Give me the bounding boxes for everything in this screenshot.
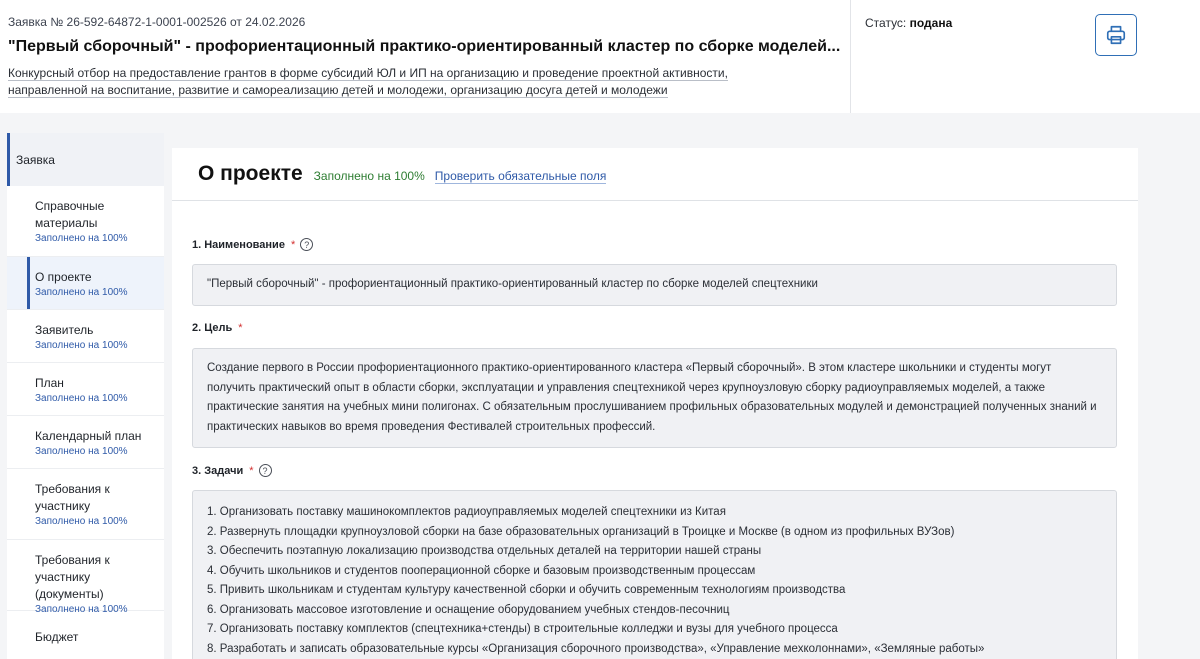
contest-link[interactable]: Конкурсный отбор на предоставление грант… [8,65,798,99]
sidebar-item-progress: Заполнено на 100% [35,233,128,244]
application-number: Заявка № 26-592-64872-1-0001-002526 от 2… [8,15,306,29]
sidebar-item-requirements[interactable]: Требования к участнику Заполнено на 100% [7,469,164,540]
sidebar-item-progress: Заполнено на 100% [35,287,128,298]
status-value: подана [909,16,953,30]
required-marker: * [249,464,254,477]
task-item: 5. Привить школьникам и студентам культу… [207,584,846,596]
header-info: Заявка № 26-592-64872-1-0001-002526 от 2… [8,14,848,99]
page-title: О проекте [198,162,303,185]
status: Статус: подана [865,16,952,30]
task-item: 4. Обучить школьников и студентов поопер… [207,564,756,577]
sidebar-item-progress: Заполнено на 100% [35,516,128,527]
sidebar-item-label: План [35,376,64,390]
sidebar-item-label: Заявитель [35,323,94,337]
sidebar-item-progress: Заполнено на 100% [35,393,128,404]
card-header: О проекте Заполнено на 100% Проверить об… [172,148,1138,201]
sidebar-item-label: Справочные материалы [35,199,105,230]
application-header: Заявка № 26-592-64872-1-0001-002526 от 2… [0,0,1200,113]
task-item: 8. Разработать и записать образовательны… [207,642,985,655]
name-field[interactable]: "Первый сборочный" - профориентационный … [192,264,1117,306]
print-button[interactable] [1095,14,1137,56]
field-label-text: 1. Наименование [192,238,285,251]
task-item: 2. Развернуть площадки крупноузловой сбо… [207,525,955,538]
about-project-card: О проекте Заполнено на 100% Проверить об… [172,148,1138,659]
header-divider [850,0,851,113]
task-item: 7. Организовать поставку комплектов (спе… [207,623,838,635]
sidebar-header[interactable]: Заявка [7,133,164,186]
printer-icon [1106,25,1126,45]
sidebar-item-label: Календарный план [35,429,142,443]
sidebar-item-reference[interactable]: Справочные материалы Заполнено на 100% [7,186,164,257]
sidebar-item-progress: Заполнено на 100% [35,340,128,351]
sidebar-item-label: О проекте [35,270,92,284]
sidebar-item-calendar-plan[interactable]: Календарный план Заполнено на 100% [7,416,164,469]
sidebar-item-applicant[interactable]: Заявитель Заполнено на 100% [7,310,164,363]
help-icon[interactable]: ? [258,464,272,477]
field-label-text: 3. Задачи [192,464,244,477]
sidebar-item-label: Бюджет [35,630,79,644]
field-label-tasks: 3. Задачи * ? [192,464,272,477]
sidebar-item-progress: Заполнено на 100% [35,446,128,457]
field-label-goal: 2. Цель * [192,322,243,334]
task-item: 6. Организовать массовое изготовление и … [207,603,730,616]
application-title: "Первый сборочный" - профориентационный … [8,38,841,55]
field-label-name: 1. Наименование * ? [192,238,314,251]
help-icon[interactable]: ? [300,238,314,251]
task-item: 1. Организовать поставку машинокомплекто… [207,506,726,518]
sidebar-item-plan[interactable]: План Заполнено на 100% [7,363,164,416]
required-marker: * [238,322,243,334]
status-label: Статус: [865,16,907,30]
sidebar-item-label: Требования к участнику [35,482,110,513]
sidebar-item-budget[interactable]: Бюджет [7,611,164,659]
sidebar-item-about-project[interactable]: О проекте Заполнено на 100% [7,257,164,310]
sidebar-item-label: Требования к участнику (документы) [35,553,110,601]
sidebar: Заявка Справочные материалы Заполнено на… [7,133,164,659]
fill-progress: Заполнено на 100% [313,169,425,183]
sidebar-item-requirements-documents[interactable]: Требования к участнику (документы) Запол… [7,540,164,615]
required-marker: * [290,238,296,251]
check-required-fields-link[interactable]: Проверить обязательные поля [434,169,607,184]
field-label-text: 2. Цель [192,322,233,334]
contest-text[interactable]: Конкурсный отбор на предоставление грант… [8,66,728,98]
task-item: 3. Обеспечить поэтапную локализацию прои… [207,545,762,557]
goal-field[interactable]: Создание первого в России профориентацио… [192,348,1117,448]
tasks-field[interactable]: 1. Организовать поставку машинокомплекто… [192,490,1117,659]
